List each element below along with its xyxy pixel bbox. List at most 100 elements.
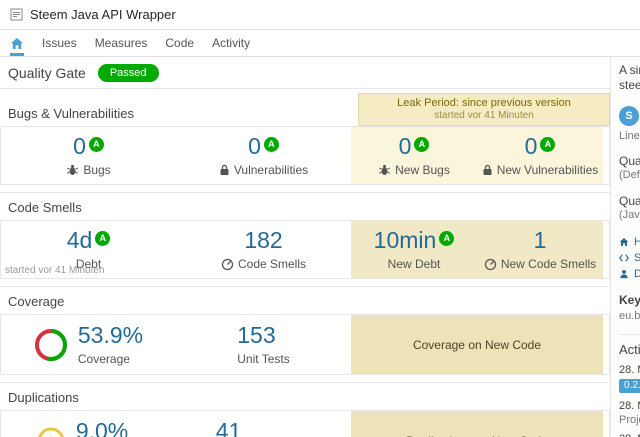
person-icon [619, 269, 629, 279]
tab-measures[interactable]: Measures [95, 30, 148, 56]
activity-event: 28. Mai Project [619, 400, 640, 426]
coverage-percent[interactable]: 53.9% [78, 323, 143, 348]
project-description: A simp steem w [619, 63, 640, 93]
new-debt-value[interactable]: 10min [374, 227, 437, 253]
key-label: Key [619, 293, 640, 307]
project-size: S Lines [619, 106, 640, 142]
homepage-link[interactable]: Hom [619, 234, 640, 250]
section-bugs-vulnerabilities: Bugs & Vulnerabilities Leak Period: sinc… [0, 88, 610, 192]
quality-gate-row: Quality Gate Passed [0, 57, 610, 88]
project-links: Hom Sou Dev [619, 234, 640, 282]
code-smell-icon [484, 258, 497, 271]
new-bugs-metric: 0A New Bugs [351, 127, 477, 184]
debt-rating-badge: A [95, 231, 110, 246]
code-brackets-icon [619, 253, 629, 263]
unit-tests-count[interactable]: 153 [237, 323, 275, 348]
project-quality-gate: Quality (Default [619, 154, 640, 182]
leak-period-subtitle: started vor 41 Minuten [363, 110, 605, 121]
home-icon [10, 37, 24, 50]
vulnerabilities-rating-badge: A [264, 137, 279, 152]
bugs-count[interactable]: 0 [73, 133, 86, 159]
new-bugs-label: New Bugs [395, 163, 450, 177]
activity-panel: Activity 28. Mai 0.2.5- 28. Mai Project … [619, 334, 640, 437]
bug-icon [378, 164, 391, 177]
activity-title: Activity [619, 342, 640, 357]
vulnerabilities-metric: 0A Vulnerabilities [176, 127, 351, 184]
project-quality-profile: Quality (Java) [619, 194, 640, 222]
duplications-percent[interactable]: 9.0% [76, 419, 128, 437]
lock-icon [482, 164, 493, 176]
quality-gate-status-badge: Passed [98, 64, 159, 82]
section-duplications: Duplications 9.0% Duplications [0, 382, 610, 437]
project-nav: Issues Measures Code Activity [0, 30, 640, 57]
duplications-on-new-code-band: Duplications on New Code [351, 411, 603, 437]
new-vulnerabilities-count[interactable]: 0 [525, 133, 538, 159]
lines-label: Lines [619, 130, 640, 142]
code-smells-label: Code Smells [238, 257, 306, 271]
section-title: Duplications [8, 390, 602, 405]
leak-period-box: Leak Period: since previous version star… [358, 93, 610, 126]
project-title: Steem Java API Wrapper [30, 7, 176, 22]
activity-event: 28. Mai 0.2.5- [619, 364, 640, 393]
quality-gate-label: Quality Gate [8, 65, 86, 81]
tab-code[interactable]: Code [165, 30, 194, 56]
code-smells-card: 4dA Debt 182 [0, 220, 610, 279]
sources-link[interactable]: Sou [619, 250, 640, 266]
project-key: Key eu.bit [619, 293, 640, 322]
duplications-metric: 9.0% Duplications [1, 411, 176, 437]
topbar: Steem Java API Wrapper [0, 0, 640, 30]
leak-period-title: Leak Period: since previous version [363, 97, 605, 109]
debt-value[interactable]: 4d [67, 227, 93, 253]
new-vulnerabilities-rating-badge: A [540, 137, 555, 152]
section-title: Bugs & Vulnerabilities [8, 106, 134, 121]
project-icon [10, 8, 23, 21]
lock-icon [219, 164, 230, 176]
tab-activity[interactable]: Activity [212, 30, 250, 56]
coverage-label: Coverage [78, 352, 130, 366]
overview-main: Quality Gate Passed Bugs & Vulnerabiliti… [0, 57, 610, 436]
coverage-on-new-code-band: Coverage on New Code [351, 315, 603, 374]
key-value: eu.bit [619, 310, 640, 322]
new-vulnerabilities-metric: 0A New Vulnerabilities [477, 127, 603, 184]
duplications-card: 9.0% Duplications 41 Duplicated Blocks D… [0, 410, 610, 437]
version-badge: 0.2.5- [619, 379, 640, 393]
section-code-smells: Code Smells 4dA Debt 182 [0, 192, 610, 286]
home-icon [619, 237, 629, 247]
new-bugs-count[interactable]: 0 [399, 133, 412, 159]
coverage-metric: 53.9% Coverage [1, 315, 176, 374]
bugs-label: Bugs [83, 163, 110, 177]
new-debt-metric: 10minA New Debt [351, 221, 477, 278]
leak-started-note: started vor 41 Minuten [5, 265, 105, 276]
new-vulnerabilities-label: New Vulnerabilities [497, 163, 599, 177]
unit-tests-label: Unit Tests [237, 352, 289, 366]
unit-tests-metric: 153 Unit Tests [176, 315, 351, 374]
section-title: Code Smells [8, 200, 602, 215]
vulnerabilities-label: Vulnerabilities [234, 163, 308, 177]
tab-overview[interactable] [10, 30, 24, 56]
section-coverage: Coverage 53.9% Coverage [0, 286, 610, 382]
duplicated-blocks-count[interactable]: 41 [216, 419, 242, 437]
tab-issues[interactable]: Issues [42, 30, 77, 56]
bug-icon [66, 164, 79, 177]
size-rating-badge: S [619, 106, 639, 126]
activity-event: 28. Mai Project [619, 433, 640, 437]
bugs-card: 0A Bugs [0, 126, 610, 185]
developers-link[interactable]: Dev [619, 266, 640, 282]
coverage-donut [34, 328, 68, 362]
sidebar: A simp steem w S Lines Quality (Default … [610, 57, 640, 436]
duplicated-blocks-metric: 41 Duplicated Blocks [176, 411, 351, 437]
code-smells-count[interactable]: 182 [244, 227, 282, 253]
code-smell-icon [221, 258, 234, 271]
new-bugs-rating-badge: A [414, 137, 429, 152]
coverage-card: 53.9% Coverage 153 Unit Tests Coverage o… [0, 314, 610, 375]
new-debt-label: New Debt [388, 257, 441, 271]
new-debt-rating-badge: A [439, 231, 454, 246]
duplications-icon [36, 426, 66, 437]
bugs-rating-badge: A [89, 137, 104, 152]
vulnerabilities-count[interactable]: 0 [248, 133, 261, 159]
code-smells-metric: 182 Code Smells [176, 221, 351, 278]
new-code-smells-count[interactable]: 1 [534, 227, 547, 253]
new-code-smells-metric: 1 New Code Smells [477, 221, 603, 278]
bugs-metric: 0A Bugs [1, 127, 176, 184]
new-code-smells-label: New Code Smells [501, 257, 596, 271]
